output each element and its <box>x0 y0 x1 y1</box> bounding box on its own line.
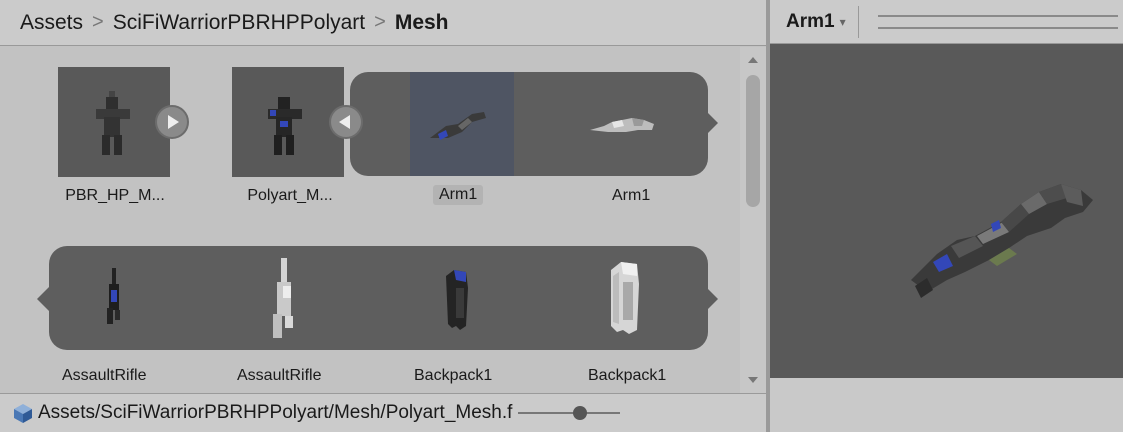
asset-label[interactable]: Backpack1 <box>414 367 492 385</box>
strip-notch-icon <box>706 111 718 135</box>
breadcrumb-current-mesh[interactable]: Mesh <box>395 11 449 35</box>
subasset-strip <box>350 72 708 176</box>
character-model-icon <box>96 91 130 155</box>
strip-notch-icon <box>706 287 718 311</box>
preview-dropdown-label: Arm1 <box>786 11 835 32</box>
rifle-mesh-icon[interactable] <box>103 266 125 330</box>
breadcrumb-separator-icon: > <box>374 11 386 33</box>
project-browser-panel: Assets > SciFiWarriorPBRHPPolyart > Mesh <box>0 0 766 432</box>
preview-panel: Arm1 ▾ <box>770 0 1123 432</box>
preview-object-dropdown[interactable]: Arm1 ▾ <box>774 6 859 38</box>
asset-label[interactable]: AssaultRifle <box>62 367 146 385</box>
mesh-preview-viewport[interactable] <box>770 44 1123 378</box>
rifle-mesh-icon[interactable] <box>269 256 299 342</box>
chevron-down-icon: ▾ <box>839 15 846 29</box>
asset-grid-scrollbar[interactable] <box>740 47 766 393</box>
prefab-cube-icon <box>14 404 32 423</box>
asset-label[interactable]: AssaultRifle <box>237 367 321 385</box>
breadcrumb: Assets > SciFiWarriorPBRHPPolyart > Mesh <box>0 0 766 46</box>
asset-label[interactable]: Backpack1 <box>588 367 666 385</box>
unity-editor-window: Assets > SciFiWarriorPBRHPPolyart > Mesh <box>0 0 1123 432</box>
collapse-subassets-button[interactable] <box>329 105 363 139</box>
preview-header: Arm1 ▾ <box>770 0 1123 44</box>
character-model-icon <box>268 97 302 155</box>
arm-mesh-preview <box>911 184 1093 298</box>
asset-grid: PBR_HP_M... Polyart_M... Arm1 Arm1 Assau… <box>0 47 740 393</box>
asset-thumbnail-polyart-mesh[interactable] <box>232 67 344 177</box>
backpack-mesh-icon[interactable] <box>605 260 645 336</box>
asset-label-selected[interactable]: Arm1 <box>433 185 484 205</box>
backpack-mesh-icon[interactable] <box>442 268 472 332</box>
asset-label[interactable]: Polyart_M... <box>230 187 350 205</box>
status-bar: Assets/SciFiWarriorPBRHPPolyart/Mesh/Pol… <box>0 393 766 432</box>
play-arrow-left-icon <box>339 115 350 129</box>
preview-footer <box>770 378 1123 432</box>
asset-label[interactable]: Arm1 <box>612 187 650 205</box>
subasset-strip <box>49 246 708 350</box>
asset-thumbnail-pbr-hp-mesh[interactable] <box>58 67 170 177</box>
scrollbar-thumb[interactable] <box>746 75 760 207</box>
expand-subassets-button[interactable] <box>155 105 189 139</box>
thumbnail-size-slider[interactable] <box>518 403 621 423</box>
selected-asset-path: Assets/SciFiWarriorPBRHPPolyart/Mesh/Pol… <box>38 402 513 423</box>
breadcrumb-item-assets[interactable]: Assets <box>20 11 83 35</box>
strip-notch-icon <box>37 287 49 311</box>
slider-knob[interactable] <box>573 406 588 420</box>
breadcrumb-item-scifi[interactable]: SciFiWarriorPBRHPPolyart <box>113 11 365 35</box>
slider-track[interactable] <box>518 412 621 414</box>
scroll-down-arrow-icon[interactable] <box>748 377 758 383</box>
drag-handle-lines[interactable] <box>878 15 1118 29</box>
asset-label[interactable]: PBR_HP_M... <box>55 187 175 205</box>
scroll-up-arrow-icon[interactable] <box>748 57 758 63</box>
play-arrow-icon <box>168 115 179 129</box>
arm-mesh-icon[interactable] <box>428 108 488 144</box>
arm-mesh-icon[interactable] <box>588 114 658 136</box>
breadcrumb-separator-icon: > <box>92 11 104 33</box>
